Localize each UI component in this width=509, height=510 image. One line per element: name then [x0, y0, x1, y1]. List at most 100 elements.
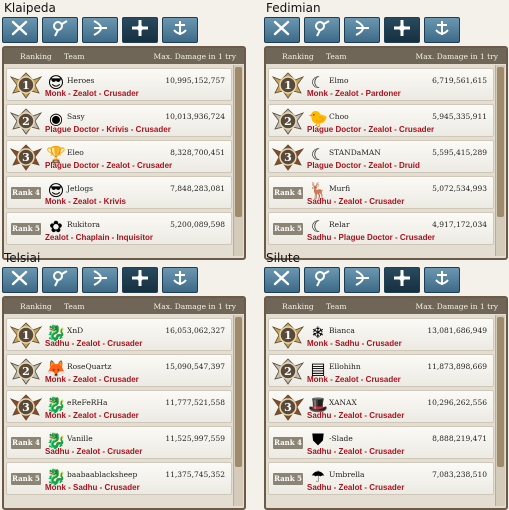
anchor-icon: [169, 269, 191, 291]
header-team: Team: [326, 52, 347, 61]
table-row[interactable]: 3 🏆 Eleo 8,328,700,451 Plague Doctor - Z…: [6, 140, 232, 173]
wizard-icon: [49, 19, 71, 41]
table-row[interactable]: 2 🦊 RoseQuartz 15,090,547,397 Monk - Zea…: [6, 354, 232, 387]
flower-icon: ✿: [49, 216, 63, 236]
trophy-icon: 🏆: [46, 144, 66, 164]
table-row[interactable]: 1 😎 Heroes 10,995,152,757 Monk - Zealot …: [6, 68, 232, 101]
rank-label: Rank 4: [273, 187, 303, 199]
moon-icon: ☾: [310, 144, 326, 164]
tab-anchor[interactable]: [424, 17, 460, 43]
table-row[interactable]: 2 ▤ Ellohihn 11,873,898,669 Monk - Zealo…: [268, 354, 494, 387]
svg-text:2: 2: [22, 365, 30, 378]
team-composition: Sadhu - Zealot - Crusader: [307, 411, 405, 420]
table-row[interactable]: Rank 4 🦌 Murfi 5,072,534,993 Sadhu - Zeal…: [268, 176, 494, 209]
team-composition: Monk - Sadhu - Crusader: [307, 339, 402, 348]
rank-label: Rank 5: [273, 223, 303, 235]
rank-medal-icon: 2: [271, 357, 305, 385]
table-row[interactable]: Rank 4 🐉 Vanille 11,525,997,559 Sadhu - Z…: [6, 426, 232, 459]
max-damage: 10,995,152,757: [165, 76, 225, 85]
scrollbar[interactable]: [495, 315, 505, 506]
tab-cross[interactable]: [122, 267, 158, 293]
table-row[interactable]: 1 ❄ Bianca 13,081,686,949 Monk - Sadhu -…: [268, 318, 494, 351]
wizard-icon: [49, 269, 71, 291]
ranking-table: Ranking Team Max. Damage in 1 try 1 😎 He…: [2, 46, 246, 260]
tab-cross[interactable]: [122, 17, 158, 43]
tab-wizard[interactable]: [42, 267, 78, 293]
server-panel-silute: Silute Ranking Team Max. Damage in 1 try…: [264, 250, 508, 510]
scrollbar[interactable]: [233, 65, 243, 256]
team-composition: Sadhu - Zealot - Crusader: [307, 197, 405, 206]
class-tabs: [2, 17, 246, 43]
scrollbar-thumb[interactable]: [497, 67, 504, 217]
table-row[interactable]: 3 🐉 eReFeRHa 11,777,521,558 Monk - Zealo…: [6, 390, 232, 423]
dragon-icon: 🐉: [46, 394, 66, 414]
server-panel-klaipeda: Klaipeda Ranking Team Max. Damage in 1 t…: [2, 0, 246, 260]
rank-label: Rank 4: [273, 437, 303, 449]
tab-crossed-swords[interactable]: [2, 267, 38, 293]
tab-cross[interactable]: [384, 17, 420, 43]
fox-icon: 🦊: [46, 358, 66, 378]
scrollbar-thumb[interactable]: [235, 67, 242, 217]
tab-crossed-swords[interactable]: [264, 17, 300, 43]
table-row[interactable]: 3 🎩 XANAX 10,296,262,556 Sadhu - Zealot …: [268, 390, 494, 423]
tab-bow[interactable]: [82, 267, 118, 293]
rank-medal-icon: 2: [9, 107, 43, 135]
table-row[interactable]: Rank 4 😎 Jetlogs 7,848,283,081 Monk - Zea…: [6, 176, 232, 209]
max-damage: 5,595,415,289: [432, 148, 487, 157]
team-name: Vanille: [67, 434, 93, 443]
scrollbar[interactable]: [495, 65, 505, 256]
tab-bow[interactable]: [82, 17, 118, 43]
team-composition: Zealot - Chaplain - Inquisitor: [45, 233, 153, 242]
anchor-icon: [431, 269, 453, 291]
umbrella-icon: ☂: [310, 466, 326, 486]
tab-anchor[interactable]: [162, 17, 198, 43]
tab-anchor[interactable]: [162, 267, 198, 293]
table-row[interactable]: Rank 5 ☾ Relar 4,917,172,034 Sadhu - Plag…: [268, 212, 494, 245]
table-row[interactable]: Rank 4 ⛊ -Slade 8,888,219,471 Sadhu - Zea…: [268, 426, 494, 459]
table-row[interactable]: 1 🐉 XnD 16,053,062,327 Sadhu - Zealot - …: [6, 318, 232, 351]
rank-medal-icon: 1: [271, 321, 305, 349]
team-composition: Monk - Sadhu - Crusader: [45, 483, 140, 492]
rank-medal-icon: 1: [9, 321, 43, 349]
rank-medal-icon: 3: [9, 143, 43, 171]
cross-icon: [391, 269, 413, 291]
tab-bow[interactable]: [344, 267, 380, 293]
tab-wizard[interactable]: [304, 267, 340, 293]
table-row[interactable]: Rank 5 ☂ Umbrella 7,083,238,510 Sadhu - Z…: [268, 462, 494, 495]
table-row[interactable]: Rank 5 ✿ Rukitora 5,200,089,598 Zealot - …: [6, 212, 232, 245]
team-name: XnD: [67, 326, 84, 335]
rank-medal-icon: 3: [9, 393, 43, 421]
tab-anchor[interactable]: [424, 267, 460, 293]
rank-medal-icon: 2: [271, 107, 305, 135]
header-ranking: Ranking: [20, 52, 52, 61]
table-row[interactable]: 2 ◉ Sasy 10,013,936,724 Plague Doctor - …: [6, 104, 232, 137]
class-tabs: [264, 267, 508, 293]
rank-medal-icon: 3: [271, 143, 305, 171]
scrollbar[interactable]: [233, 315, 243, 506]
table-row[interactable]: Rank 5 🐉 baabaablacksheep 11,375,745,352 …: [6, 462, 232, 495]
tab-bow[interactable]: [344, 17, 380, 43]
team-name: Choo: [329, 112, 349, 121]
tab-wizard[interactable]: [304, 17, 340, 43]
tab-crossed-swords[interactable]: [264, 267, 300, 293]
max-damage: 4,917,172,034: [432, 220, 487, 229]
crossed-swords-icon: [9, 269, 31, 291]
class-tabs: [264, 17, 508, 43]
svg-text:1: 1: [22, 329, 30, 342]
table-row[interactable]: 3 ☾ STANDaMAN 5,595,415,289 Plague Docto…: [268, 140, 494, 173]
header-ranking: Ranking: [282, 302, 314, 311]
rank-medal-icon: 2: [9, 357, 43, 385]
tab-wizard[interactable]: [42, 17, 78, 43]
max-damage: 7,848,283,081: [170, 184, 225, 193]
team-name: Heroes: [67, 76, 95, 85]
table-row[interactable]: 2 🐤 Choo 5,945,335,911 Plague Doctor - Z…: [268, 104, 494, 137]
max-damage: 5,200,089,598: [170, 220, 225, 229]
tab-cross[interactable]: [384, 267, 420, 293]
scrollbar-thumb[interactable]: [497, 317, 504, 467]
tab-crossed-swords[interactable]: [2, 17, 38, 43]
scrollbar-thumb[interactable]: [235, 317, 242, 467]
team-name: Murfi: [329, 184, 351, 193]
svg-text:3: 3: [22, 401, 30, 414]
table-row[interactable]: 1 ☾ Elmo 6,719,561,615 Monk - Zealot - P…: [268, 68, 494, 101]
team-composition: Monk - Zealot - Crusader: [307, 375, 401, 384]
